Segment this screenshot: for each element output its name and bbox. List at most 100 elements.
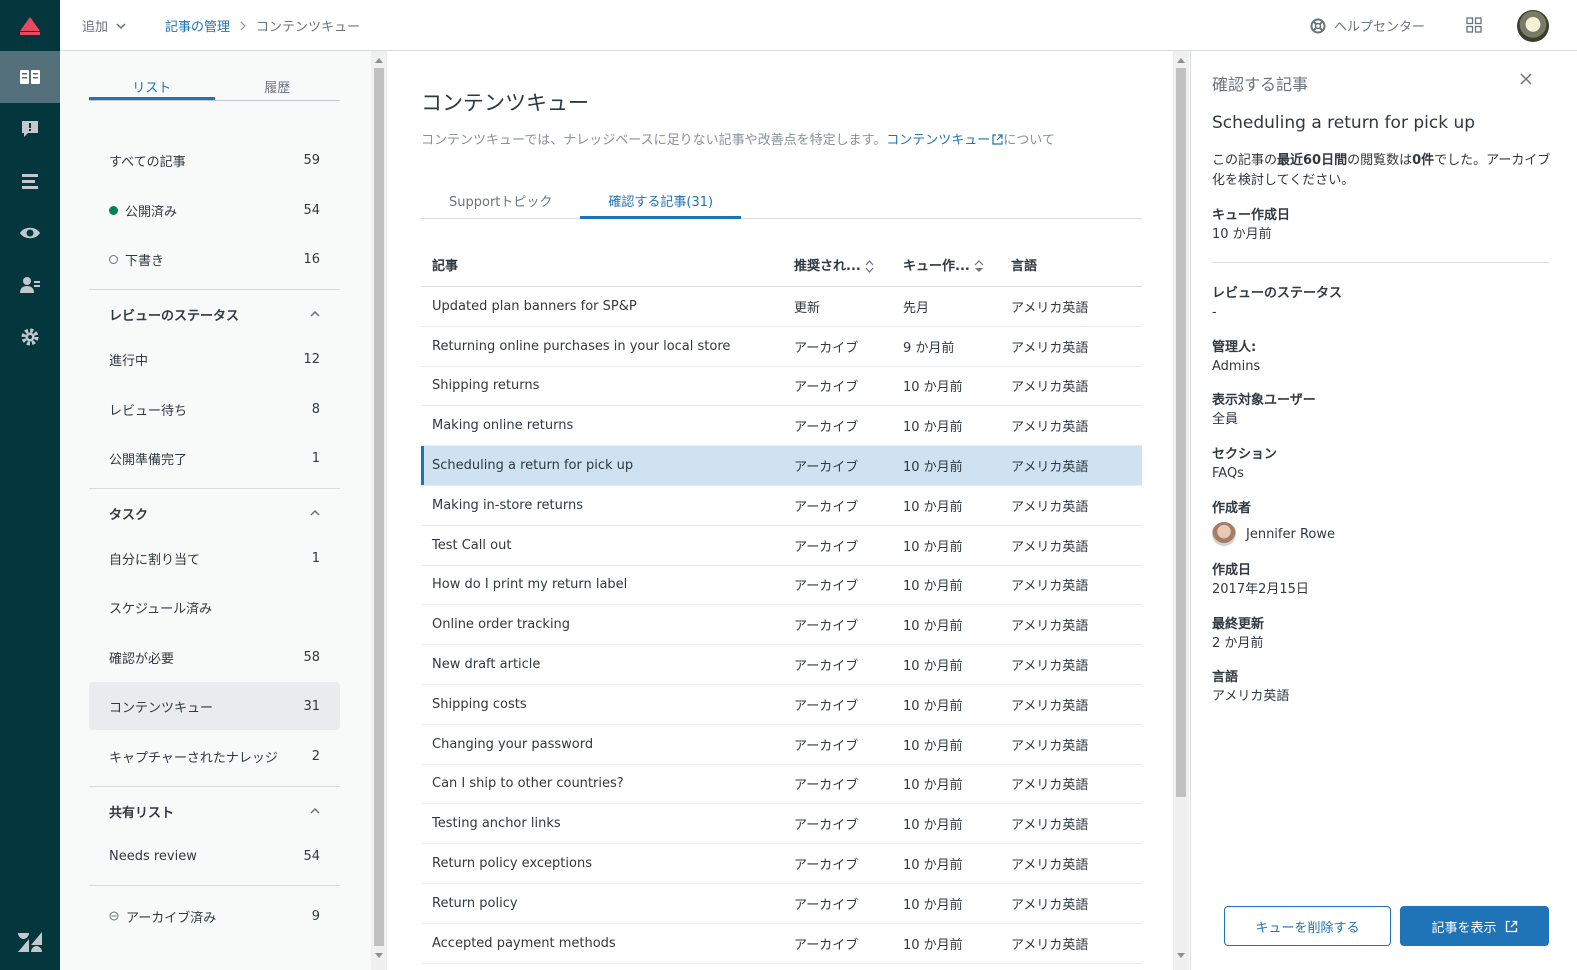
cue-tabs: Supportトピック 確認する記事(31) [421,187,1142,219]
community-nav-icon[interactable] [0,103,60,155]
table-row[interactable]: How do I print my return label アーカイブ 10 か月… [421,566,1142,606]
close-icon[interactable] [1520,73,1532,89]
scroll-down-arrow-icon[interactable] [375,953,383,958]
sidebar-item-needs-verification[interactable]: 確認が必要 58 [89,633,340,681]
cell-cue-created: 10 か月前 [903,659,963,675]
field-label: 作成者 [1212,501,1252,516]
table-row[interactable]: Test Call out アーカイブ 10 か月前 アメリカ英語 [421,526,1142,566]
sidebar-item-assigned-to-me[interactable]: 自分に割り当て 1 [89,534,340,582]
table-row[interactable]: Can I ship to other countries? アーカイブ 10 か月… [421,765,1142,805]
cell-language: アメリカ英語 [1011,380,1089,396]
author-name: Jennifer Rowe [1246,526,1336,542]
table-row[interactable]: Online order tracking アーカイブ 10 か月前 アメリカ英語 [421,605,1142,646]
archive-recommendation-message: この記事の最近60日間の閲覧数は0件でした。アーカイブ化を検討してください。 [1212,151,1552,191]
sidebar-item-scheduled[interactable]: スケジュール済み [89,583,340,631]
review-status-section-toggle[interactable]: レビューのステータス [89,290,340,338]
cell-article-title: Shipping costs [432,696,527,712]
cell-language: アメリカ英語 [1011,818,1089,834]
cell-language: アメリカ英語 [1011,579,1089,595]
user-permissions-nav-icon[interactable] [0,259,60,311]
table-row[interactable]: Return policy アーカイブ 10 か月前 アメリカ英語 [421,884,1142,924]
field-value: - [1212,305,1217,320]
sidebar-item-archived[interactable]: アーカイブ済み 9 [89,892,340,940]
sidebar-item-awaiting-review[interactable]: レビュー待ち 8 [89,385,340,433]
preview-nav-icon[interactable] [0,207,60,259]
table-row[interactable]: Scheduling a return for pick up アーカイブ 10 か… [421,446,1142,486]
table-row[interactable]: Shipping costs アーカイブ 10 か月前 アメリカ英語 [421,685,1142,725]
zendesk-logo-icon[interactable] [0,932,60,952]
scrollbar-thumb[interactable] [374,68,384,946]
add-menu-button[interactable]: 追加 [82,16,126,35]
column-header-language[interactable]: 言語 [999,255,1142,274]
cell-language: アメリカ英語 [1011,778,1089,794]
guide-logo-icon[interactable] [0,0,60,51]
remove-cue-button[interactable]: キューを削除する [1224,906,1391,946]
tab-list[interactable]: リスト [89,73,215,100]
cell-language: アメリカ英語 [1011,659,1089,675]
table-row[interactable]: Returning online purchases in your local… [421,327,1142,367]
arrange-content-nav-icon[interactable] [0,155,60,207]
table-row[interactable]: Return policy exceptions アーカイブ 10 か月前 アメリカ英… [421,844,1142,884]
cell-recommended-action: アーカイブ [794,539,859,555]
help-center-link[interactable]: ヘルプセンター [1310,16,1425,35]
sort-both-icon [865,260,874,273]
sidebar-item-content-cues[interactable]: コンテンツキュー 31 [89,682,340,730]
sidebar-item-all-articles[interactable]: すべての記事 59 [89,136,340,184]
cell-cue-created: 10 か月前 [903,778,963,794]
scroll-down-arrow-icon[interactable] [1177,953,1185,958]
cell-language: アメリカ英語 [1011,937,1089,953]
scrollbar-thumb[interactable] [1176,68,1186,797]
cell-cue-created: 10 か月前 [903,499,963,515]
content-cues-help-link[interactable]: コンテンツキュー [886,133,1003,148]
cell-recommended-action: アーカイブ [794,420,859,436]
sidebar-item-captured-knowledge[interactable]: キャプチャーされたナレッジ 2 [89,732,340,780]
scroll-up-arrow-icon[interactable] [1177,58,1185,63]
panel-divider [1212,262,1549,263]
field-created: 作成日 2017年2月15日 [1212,561,1309,599]
table-row[interactable]: Making online returns アーカイブ 10 か月前 アメリカ英語 [421,406,1142,447]
table-row[interactable]: Testing anchor links アーカイブ 10 か月前 アメリカ英語 [421,804,1142,845]
main-scrollbar[interactable] [1173,51,1189,970]
breadcrumb-manage-articles-link[interactable]: 記事の管理 [165,16,230,35]
manage-articles-nav-icon[interactable] [0,51,60,103]
tab-support-topics[interactable]: Supportトピック [421,187,580,219]
sidebar-item-published[interactable]: 公開済み 54 [89,186,340,234]
table-row[interactable]: Accepted payment methods アーカイブ 10 か月前 アメリカ英… [421,924,1142,964]
sidebar-scrollbar[interactable] [371,51,387,970]
sidebar-item-in-progress[interactable]: 進行中 12 [89,335,340,383]
sidebar-item-ready-to-publish[interactable]: 公開準備完了 1 [89,434,340,482]
cell-article-title: Can I ship to other countries? [432,776,624,792]
table-row[interactable]: New draft article アーカイブ 10 か月前 アメリカ英語 [421,645,1142,685]
column-header-recommended[interactable]: 推奨され... [782,255,891,274]
sidebar-item-label: コンテンツキュー [109,700,214,716]
settings-gear-icon[interactable] [0,311,60,363]
column-header-article[interactable]: 記事 [421,255,782,274]
shared-lists-section-toggle[interactable]: 共有リスト [89,787,340,835]
help-center-label: ヘルプセンター [1334,20,1426,35]
tab-articles-to-review[interactable]: 確認する記事(31) [580,187,742,219]
view-article-button[interactable]: 記事を表示 [1400,906,1549,946]
cell-cue-created: 10 か月前 [903,858,963,874]
cell-language: アメリカ英語 [1011,420,1089,436]
user-avatar[interactable] [1517,10,1549,42]
product-tray-icon[interactable] [1466,17,1482,37]
table-row[interactable]: Making in-store returns アーカイブ 10 か月前 アメリカ英語 [421,486,1142,526]
cell-recommended-action: アーカイブ [794,818,859,834]
table-row[interactable]: Updated plan banners for SP&P 更新 先月 アメリカ英語 [421,287,1142,327]
sidebar-item-count: 59 [303,152,320,168]
tasks-section-toggle[interactable]: タスク [89,489,340,537]
sidebar-item-needs-review[interactable]: Needs review 54 [89,832,340,880]
tab-history[interactable]: 履歴 [215,73,341,100]
cell-article-title: Shipping returns [432,378,540,394]
sidebar-item-drafts[interactable]: 下書き 16 [89,235,340,283]
column-header-cue-created[interactable]: キュー作... [891,255,999,274]
sidebar-item-label: 自分に割り当て [109,552,201,568]
scroll-up-arrow-icon[interactable] [375,58,383,63]
table-row[interactable]: Shipping returns アーカイブ 10 か月前 アメリカ英語 [421,367,1142,407]
field-value: アメリカ英語 [1212,689,1290,704]
sidebar-item-count: 31 [303,698,320,714]
field-last-updated: 最終更新 2 か月前 [1212,615,1264,653]
sidebar-item-count: 58 [303,649,320,665]
table-row[interactable]: Changing your password アーカイブ 10 か月前 アメリカ英語 [421,725,1142,765]
field-author: 作成者 Jennifer Rowe [1212,499,1335,546]
